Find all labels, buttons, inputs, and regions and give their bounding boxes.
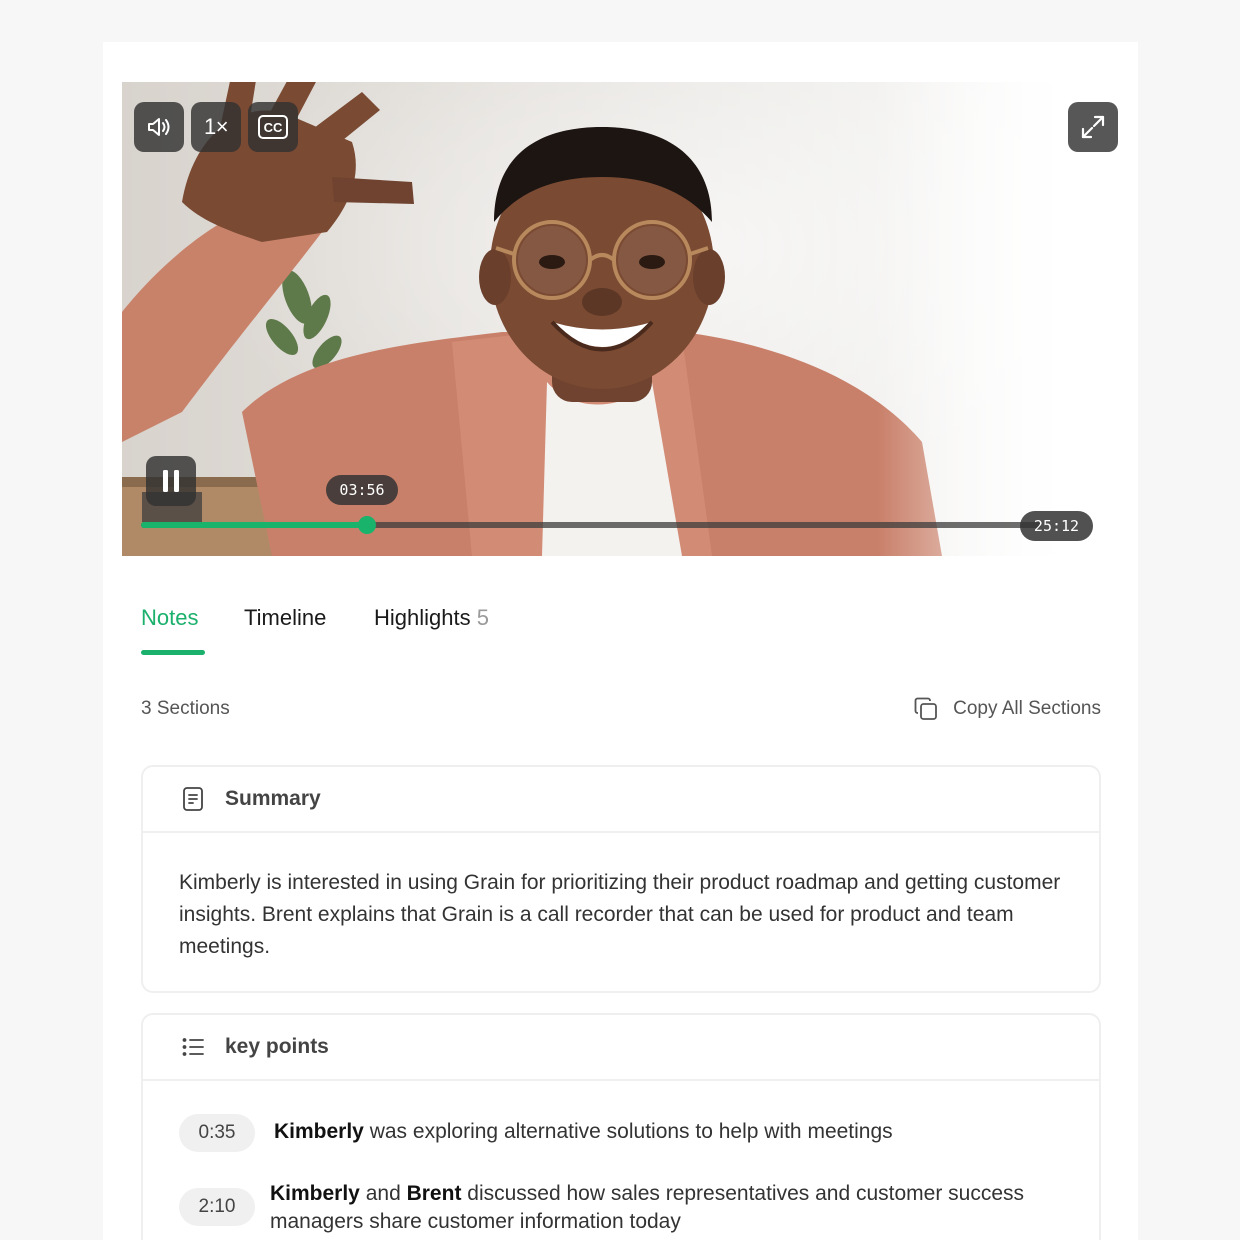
key-point-item: 2:10 Kimberly and Brent discussed how sa… — [179, 1180, 1050, 1236]
captions-button[interactable]: CC — [248, 102, 298, 152]
pause-icon — [163, 470, 179, 492]
copy-icon — [914, 697, 938, 720]
tab-timeline[interactable]: Timeline — [244, 604, 326, 632]
document-icon — [183, 787, 203, 811]
tab-timeline-label: Timeline — [244, 605, 327, 630]
progress-fill — [141, 522, 368, 528]
timestamp-pill[interactable]: 2:10 — [179, 1188, 255, 1226]
speaker-joiner: and — [359, 1182, 407, 1205]
tab-notes-label: Notes — [141, 605, 199, 630]
timestamp-pill[interactable]: 0:35 — [179, 1114, 255, 1152]
fullscreen-button[interactable] — [1068, 102, 1118, 152]
current-time-tooltip: 03:56 — [326, 475, 398, 505]
closed-captions-icon: CC — [258, 115, 288, 139]
sections-count: 3 Sections — [141, 698, 230, 719]
tab-highlights-label: Highlights — [374, 605, 471, 630]
expand-icon — [1081, 115, 1105, 139]
key-point-content: was exploring alternative solutions to h… — [363, 1120, 893, 1143]
playback-speed-button[interactable]: 1× — [191, 102, 241, 152]
copy-all-sections-label: Copy All Sections — [953, 698, 1101, 719]
summary-section: Summary Kimberly is interested in using … — [141, 765, 1101, 993]
playback-speed-label: 1× — [203, 114, 229, 139]
video-fade-overlay — [878, 82, 1118, 556]
duration-label: 25:12 — [1020, 511, 1093, 541]
highlights-count-badge: 5 — [476, 605, 489, 630]
speaker-name: Brent — [406, 1182, 462, 1205]
volume-button[interactable] — [134, 102, 184, 152]
summary-header[interactable]: Summary — [143, 767, 1099, 833]
key-point-text: Kimberly was exploring alternative solut… — [274, 1118, 1054, 1146]
active-tab-indicator — [141, 650, 205, 655]
speaker-name: Kimberly — [274, 1120, 364, 1143]
summary-text: Kimberly is interested in using Grain fo… — [179, 871, 1061, 958]
pause-button[interactable] — [146, 456, 196, 506]
svg-text:CC: CC — [264, 120, 283, 135]
list-icon — [182, 1038, 204, 1056]
key-points-title: key points — [225, 1035, 329, 1058]
speaker-name: Kimberly — [270, 1182, 360, 1205]
video-player[interactable] — [122, 82, 1118, 556]
tab-highlights[interactable]: Highlights 5 — [374, 604, 489, 632]
volume-icon — [148, 118, 170, 136]
key-points-header[interactable]: key points — [143, 1015, 1099, 1081]
tab-notes[interactable]: Notes — [141, 604, 198, 632]
progress-bar[interactable] — [141, 516, 1041, 534]
key-point-item: 0:35 Kimberly was exploring alternative … — [179, 1114, 1054, 1152]
summary-title: Summary — [225, 787, 321, 810]
key-point-text: Kimberly and Brent discussed how sales r… — [270, 1180, 1050, 1236]
copy-all-sections-button[interactable]: Copy All Sections — [913, 696, 1101, 722]
